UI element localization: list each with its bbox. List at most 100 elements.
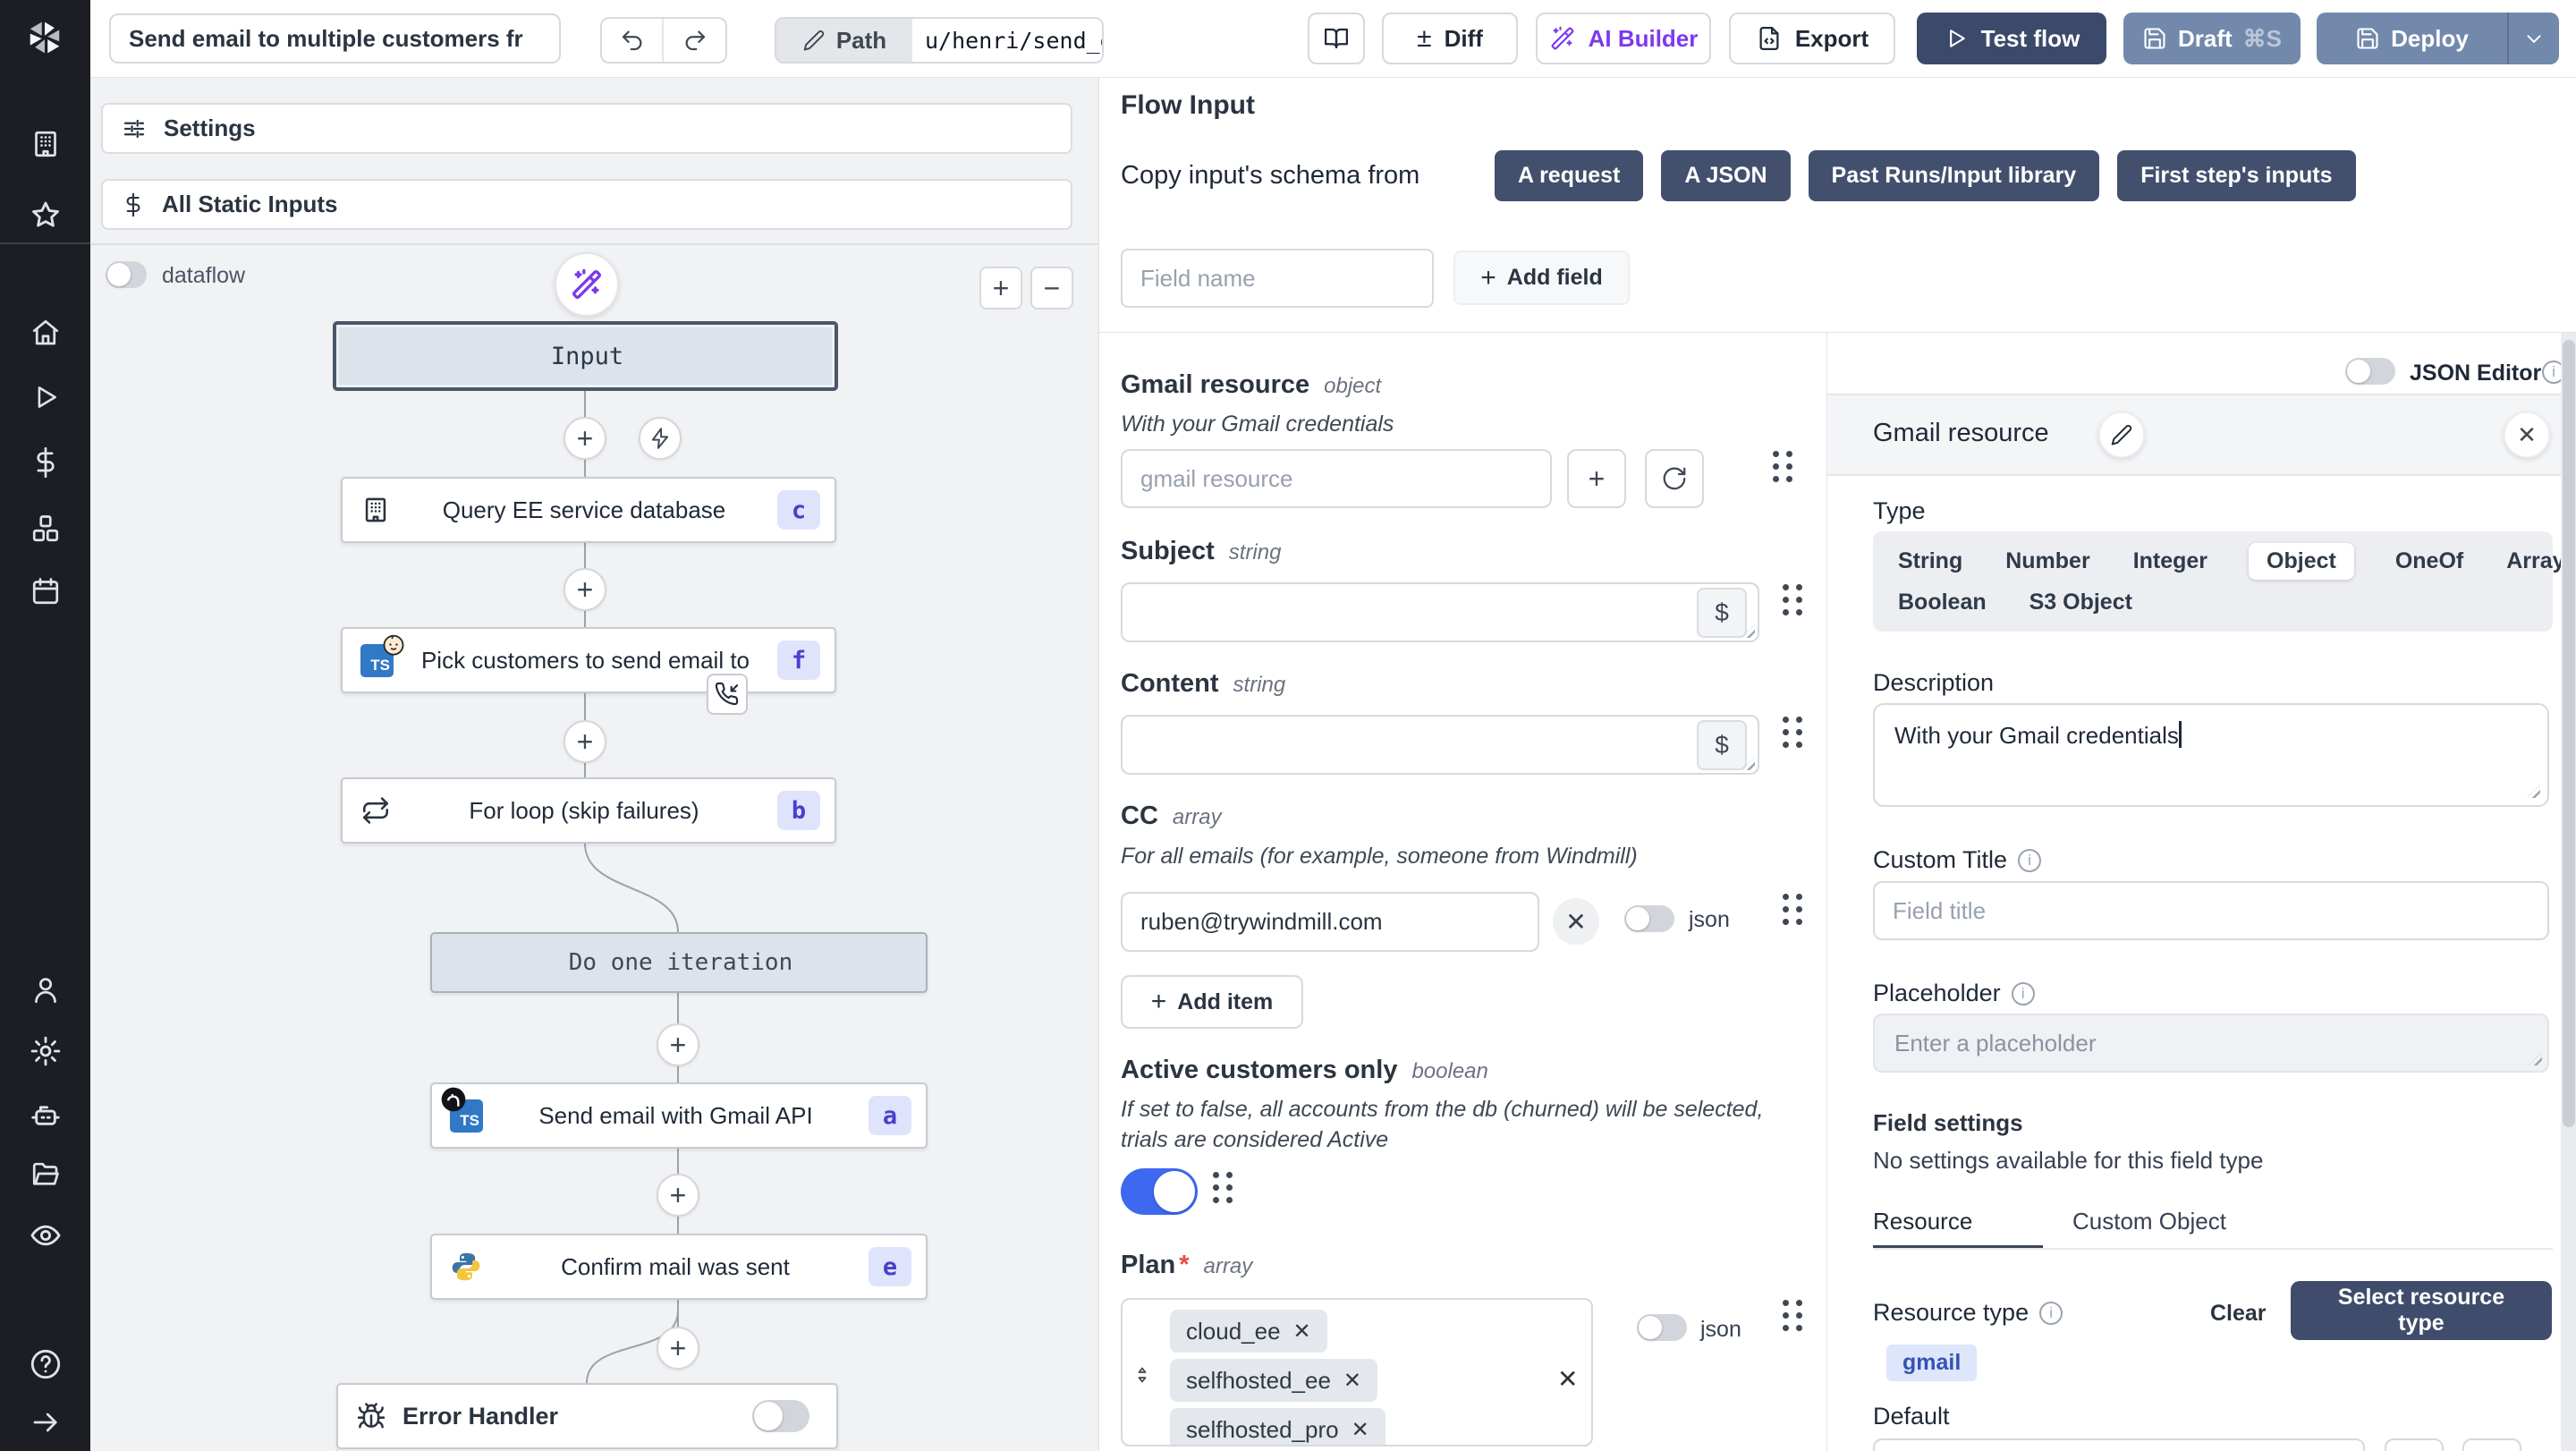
add-step-button[interactable]: +: [564, 417, 606, 460]
flow-node-forloop[interactable]: For loop (skip failures) b: [341, 777, 836, 844]
add-item-button[interactable]: + Add item: [1121, 975, 1303, 1029]
type-option-s3object[interactable]: S3 Object: [2028, 584, 2134, 621]
close-panel-button[interactable]: ✕: [2504, 412, 2550, 458]
flow-node-input[interactable]: Input: [333, 321, 838, 391]
insert-variable-button[interactable]: $: [1697, 720, 1747, 770]
copy-from-request-button[interactable]: A request: [1495, 150, 1643, 201]
content-textarea[interactable]: [1121, 715, 1759, 775]
type-option-oneof[interactable]: OneOf: [2394, 543, 2465, 580]
redo-button[interactable]: [664, 19, 725, 62]
flow-title-input[interactable]: [109, 13, 561, 64]
json-editor-toggle[interactable]: [2345, 358, 2395, 385]
add-step-button[interactable]: +: [657, 1327, 699, 1370]
cc-item-input[interactable]: [1121, 892, 1539, 952]
trigger-lightning-button[interactable]: [639, 417, 682, 460]
users-person-icon[interactable]: [29, 973, 63, 1007]
remove-tag-icon[interactable]: ✕: [1352, 1417, 1369, 1443]
type-option-object-selected[interactable]: Object: [2249, 543, 2354, 580]
tag-text-input[interactable]: [1434, 1402, 1552, 1447]
copy-from-past-runs-button[interactable]: Past Runs/Input library: [1809, 150, 2100, 201]
add-step-button[interactable]: +: [657, 1023, 699, 1066]
flow-node-iteration[interactable]: Do one iteration: [430, 932, 928, 993]
copy-from-first-step-button[interactable]: First step's inputs: [2117, 150, 2355, 201]
ai-builder-button[interactable]: AI Builder: [1536, 13, 1711, 64]
runs-play-icon[interactable]: [29, 380, 63, 414]
tab-custom-object[interactable]: Custom Object: [2072, 1208, 2226, 1235]
edit-path-button[interactable]: Path: [776, 19, 912, 62]
resources-boxes-icon[interactable]: [29, 512, 63, 546]
info-icon[interactable]: i: [2012, 982, 2035, 1006]
favorites-star-icon[interactable]: [29, 199, 63, 233]
diff-button[interactable]: ± Diff: [1382, 13, 1518, 64]
type-option-string[interactable]: String: [1896, 543, 1964, 580]
flow-node-send-email[interactable]: TS Send email with Gmail API a: [430, 1082, 928, 1149]
clear-all-tags-icon[interactable]: ✕: [1557, 1364, 1578, 1394]
flow-node-pick-customers[interactable]: TS Pick customers to send email to f: [341, 627, 836, 693]
field-name-input[interactable]: [1121, 249, 1434, 308]
add-step-button[interactable]: +: [564, 568, 606, 611]
collapse-arrow-icon[interactable]: [29, 1405, 63, 1439]
home-icon[interactable]: [29, 316, 63, 350]
refresh-default-button[interactable]: [2462, 1438, 2521, 1451]
remove-tag-icon[interactable]: ✕: [1293, 1319, 1311, 1345]
deploy-dropdown-button[interactable]: [2507, 13, 2559, 64]
flow-node-confirm[interactable]: Confirm mail was sent e: [430, 1234, 928, 1300]
cc-json-toggle[interactable]: [1624, 905, 1674, 932]
docs-book-button[interactable]: [1308, 13, 1365, 64]
remove-tag-icon[interactable]: ✕: [1343, 1368, 1361, 1394]
insert-variable-button[interactable]: $: [1697, 588, 1747, 638]
scrollbar[interactable]: [2561, 333, 2576, 1451]
gmail-resource-input[interactable]: [1121, 449, 1552, 508]
flow-node-error-handler[interactable]: Error Handler: [336, 1383, 838, 1449]
add-default-button[interactable]: +: [2385, 1438, 2444, 1451]
add-field-button[interactable]: + Add field: [1453, 250, 1630, 305]
placeholder-textarea[interactable]: Enter a placeholder: [1873, 1014, 2549, 1073]
draft-button[interactable]: Draft ⌘S: [2123, 13, 2301, 64]
clear-button[interactable]: Clear: [2210, 1301, 2267, 1327]
drag-handle[interactable]: [1213, 1172, 1233, 1203]
flow-node-query[interactable]: Query EE service database c: [341, 477, 836, 543]
add-step-button[interactable]: +: [657, 1174, 699, 1217]
edit-title-button[interactable]: [2098, 412, 2145, 458]
custom-title-input[interactable]: [1873, 881, 2549, 940]
type-option-boolean[interactable]: Boolean: [1896, 584, 1988, 621]
deploy-button[interactable]: Deploy: [2317, 25, 2507, 53]
active-customers-toggle[interactable]: [1121, 1168, 1198, 1215]
folders-icon[interactable]: [29, 1157, 63, 1191]
copy-from-json-button[interactable]: A JSON: [1661, 150, 1790, 201]
drag-handle[interactable]: [1783, 717, 1802, 748]
sort-handle-icon[interactable]: [1131, 1364, 1153, 1386]
undo-button[interactable]: [602, 19, 664, 62]
audit-logs-eye-icon[interactable]: [29, 1218, 63, 1252]
add-step-button[interactable]: +: [564, 720, 606, 763]
path-value-input[interactable]: u/henri/send_em: [912, 19, 1102, 62]
workers-robot-icon[interactable]: [29, 1098, 63, 1132]
drag-handle[interactable]: [1783, 894, 1802, 925]
type-option-integer[interactable]: Integer: [2131, 543, 2209, 580]
info-icon[interactable]: i: [2039, 1302, 2063, 1325]
select-resource-type-button[interactable]: Select resource type: [2291, 1281, 2552, 1340]
subject-textarea[interactable]: [1121, 582, 1759, 642]
schedules-calendar-icon[interactable]: [29, 574, 63, 608]
variables-dollar-icon[interactable]: [29, 445, 63, 479]
info-icon[interactable]: i: [2018, 849, 2041, 872]
drag-handle[interactable]: [1773, 451, 1792, 482]
export-button[interactable]: Export: [1729, 13, 1895, 64]
refresh-resource-button[interactable]: [1645, 449, 1704, 508]
error-handler-toggle[interactable]: [752, 1400, 809, 1432]
plan-json-toggle[interactable]: [1637, 1314, 1687, 1341]
description-textarea[interactable]: With your Gmail credentials: [1873, 703, 2549, 807]
settings-gear-icon[interactable]: [29, 1034, 63, 1068]
help-icon[interactable]: [29, 1347, 63, 1381]
phone-incoming-badge[interactable]: [707, 674, 748, 715]
type-option-number[interactable]: Number: [2004, 543, 2091, 580]
add-resource-button[interactable]: +: [1567, 449, 1626, 508]
default-value-input[interactable]: [1873, 1438, 2365, 1451]
drag-handle[interactable]: [1783, 584, 1802, 615]
scrollbar-thumb[interactable]: [2563, 340, 2575, 1127]
drag-handle[interactable]: [1783, 1300, 1802, 1331]
test-flow-button[interactable]: Test flow: [1917, 13, 2106, 64]
tab-resource[interactable]: Resource: [1873, 1208, 1972, 1235]
plan-multiselect[interactable]: cloud_ee✕ selfhosted_ee✕ ✕ selfhosted_pr…: [1121, 1298, 1593, 1447]
remove-item-button[interactable]: ✕: [1553, 898, 1599, 945]
